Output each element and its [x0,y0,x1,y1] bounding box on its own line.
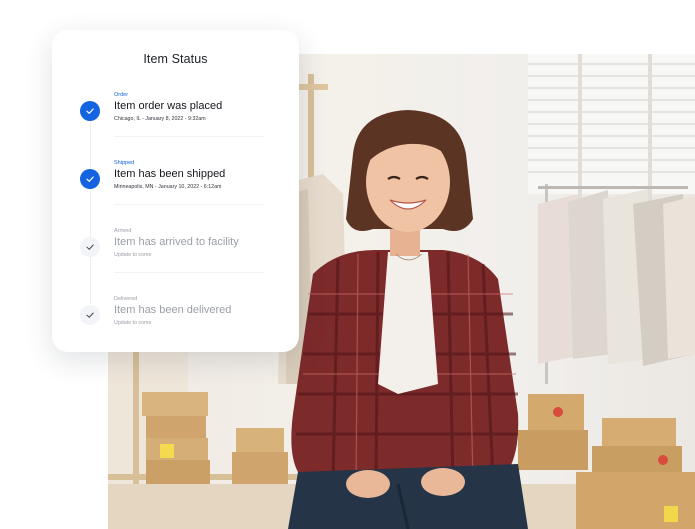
step-heading: Item has been delivered [114,304,232,316]
step-tag: Arrived [114,228,132,234]
step-meta: Update to come [114,252,152,258]
step-divider [114,272,264,273]
check-icon [80,169,100,189]
step-tag: Order [114,92,129,98]
step-meta: Chicago, IL - January 8, 2022 - 9:32am [114,116,206,122]
step-meta: Minneapolis, MN - January 10, 2022 - 6:1… [114,184,222,190]
check-icon [80,101,100,121]
step-divider [114,204,264,205]
step-heading: Item order was placed [114,100,223,112]
status-step-delivered: Delivered Item has been delivered Update… [52,296,299,356]
status-step-shipped: Shipped Item has been shipped Minneapoli… [52,160,299,220]
step-tag: Delivered [114,296,138,302]
status-step-order: Order Item order was placed Chicago, IL … [52,92,299,152]
step-divider [114,136,264,137]
card-title: Item Status [143,52,208,66]
check-icon [80,237,100,257]
step-heading: Item has been shipped [114,168,226,180]
item-status-card: Item Status Order Item order was placed … [52,30,299,352]
step-tag: Shipped [114,160,135,166]
step-meta: Update to come [114,320,152,326]
check-icon [80,305,100,325]
step-heading: Item has arrived to facility [114,236,239,248]
status-step-arrived: Arrived Item has arrived to facility Upd… [52,228,299,288]
